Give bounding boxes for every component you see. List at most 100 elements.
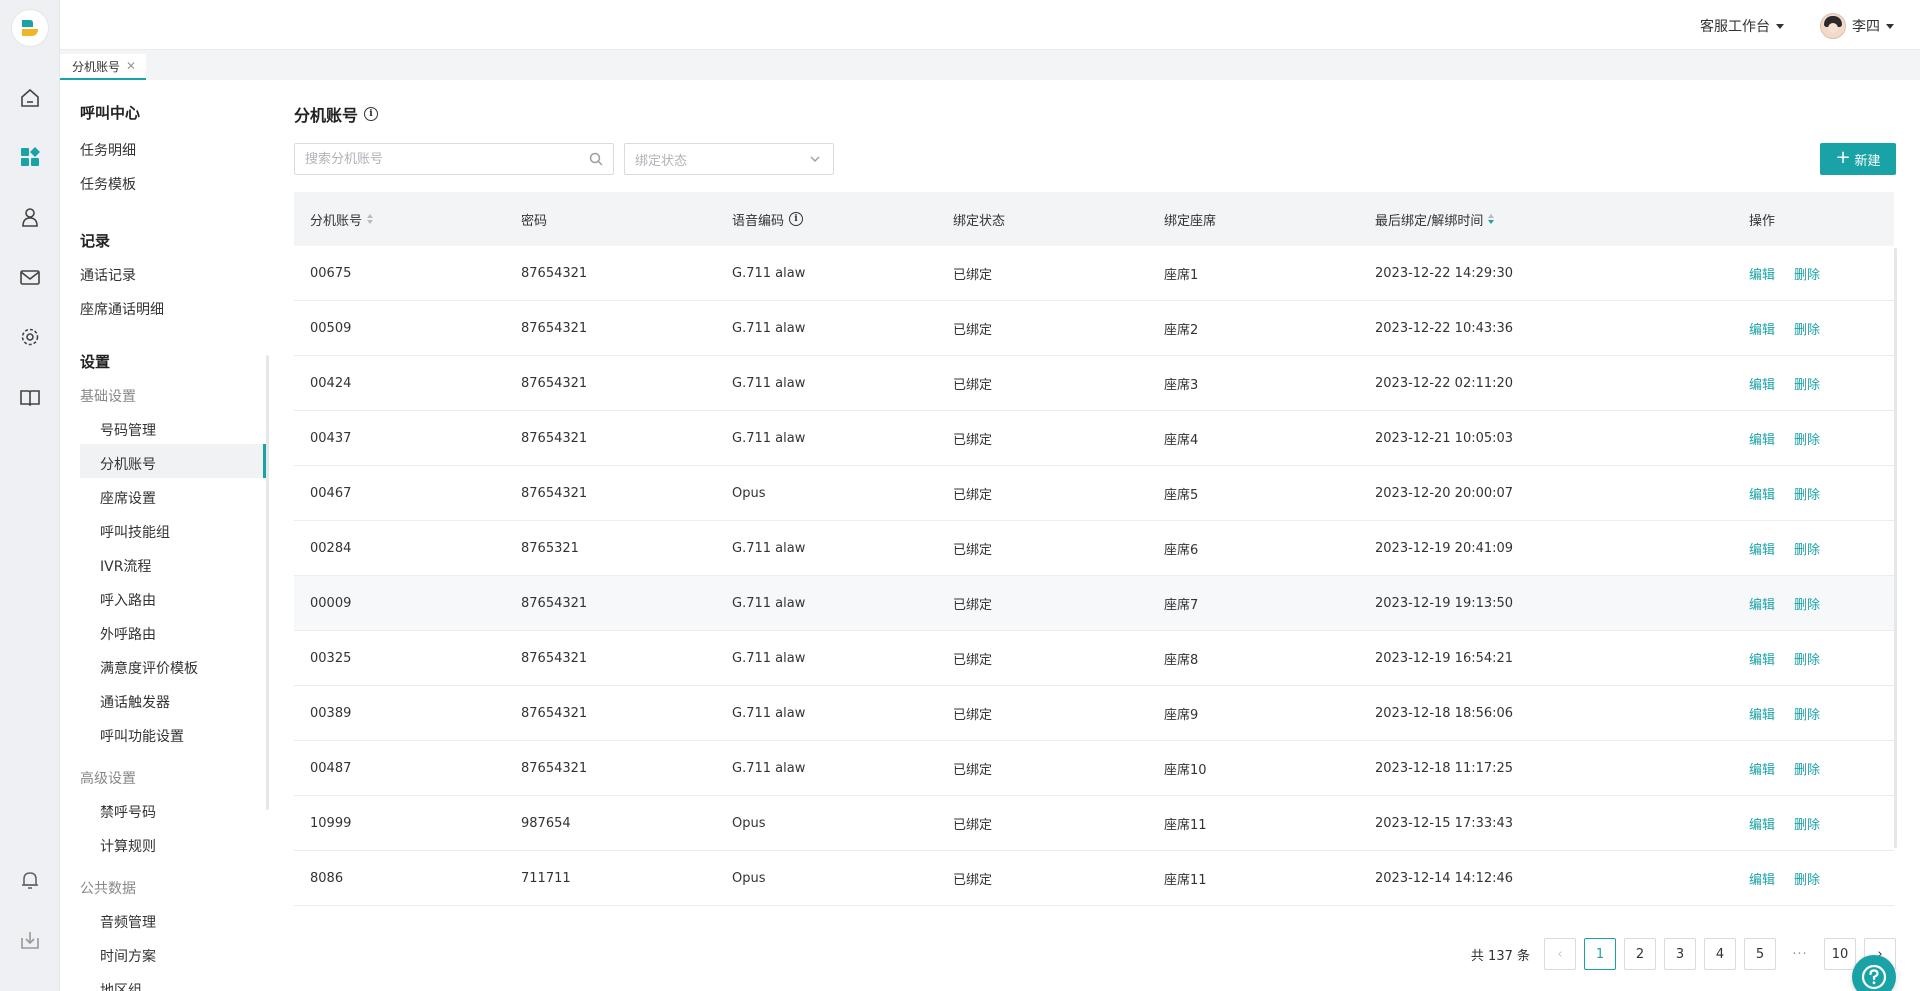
- nav-subtitle-basic[interactable]: 基础设置: [80, 386, 136, 406]
- nav-subtitle-public-data[interactable]: 公共数据: [80, 878, 136, 898]
- table-row[interactable]: 00325 87654321 G.711 alaw 已绑定 座席8 2023-12-19 …: [294, 631, 1894, 686]
- workspace-switcher[interactable]: 客服工作台: [1700, 16, 1784, 36]
- edit-link[interactable]: 编辑: [1749, 759, 1775, 778]
- dashboard-icon[interactable]: [18, 145, 42, 169]
- delete-link[interactable]: 删除: [1794, 319, 1820, 338]
- delete-link[interactable]: 删除: [1794, 429, 1820, 448]
- nav-item-call-trigger[interactable]: 通话触发器: [100, 692, 170, 712]
- pagination-ellipsis[interactable]: ···: [1784, 947, 1816, 962]
- prev-page-button[interactable]: ‹: [1544, 938, 1576, 970]
- edit-link[interactable]: 编辑: [1749, 704, 1775, 723]
- delete-link[interactable]: 删除: [1794, 814, 1820, 833]
- edit-link[interactable]: 编辑: [1749, 649, 1775, 668]
- table-row[interactable]: 00284 8765321 G.711 alaw 已绑定 座席6 2023-12-19 2…: [294, 521, 1894, 576]
- nav-item-time-plan[interactable]: 时间方案: [100, 946, 156, 966]
- delete-link[interactable]: 删除: [1794, 264, 1820, 283]
- table-cell: G.711 alaw: [716, 431, 937, 446]
- bell-icon[interactable]: [18, 868, 42, 892]
- edit-link[interactable]: 编辑: [1749, 484, 1775, 503]
- nav-item-skill-group[interactable]: 呼叫技能组: [100, 522, 170, 542]
- cell-text: G.711 alaw: [732, 320, 806, 336]
- table-row[interactable]: 10999 987654 Opus 已绑定 座席11 2023-12-15 17:33:4…: [294, 796, 1894, 851]
- bind-status-select[interactable]: 绑定状态: [624, 143, 834, 175]
- delete-link[interactable]: 删除: [1794, 484, 1820, 503]
- delete-link[interactable]: 删除: [1794, 374, 1820, 393]
- nav-subtitle-advanced[interactable]: 高级设置: [80, 768, 136, 788]
- edit-link[interactable]: 编辑: [1749, 814, 1775, 833]
- nav-item-task-detail[interactable]: 任务明细: [80, 140, 136, 160]
- delete-link[interactable]: 删除: [1794, 594, 1820, 613]
- nav-item-ivr-flow[interactable]: IVR流程: [100, 556, 151, 576]
- table-row[interactable]: 00467 87654321 Opus 已绑定 座席5 2023-12-20 20:00:…: [294, 466, 1894, 521]
- info-icon[interactable]: i: [364, 107, 379, 121]
- table-row[interactable]: 8086 711711 Opus 已绑定 座席11 2023-12-14 14:12:46…: [294, 851, 1894, 906]
- page-button[interactable]: 3: [1664, 938, 1696, 970]
- delete-link[interactable]: 删除: [1794, 869, 1820, 888]
- page-button[interactable]: 2: [1624, 938, 1656, 970]
- nav-item-audio-management[interactable]: 音频管理: [100, 912, 156, 932]
- info-icon[interactable]: i: [789, 212, 804, 226]
- home-icon[interactable]: [18, 86, 42, 110]
- table-scrollbar[interactable]: [1894, 248, 1897, 848]
- edit-link[interactable]: 编辑: [1749, 264, 1775, 283]
- edit-link[interactable]: 编辑: [1749, 374, 1775, 393]
- table-row[interactable]: 00509 87654321 G.711 alaw 已绑定 座席2 2023-12-22 …: [294, 301, 1894, 356]
- help-icon[interactable]: [1852, 955, 1896, 991]
- book-icon[interactable]: [18, 385, 42, 409]
- nav-item-outbound-route[interactable]: 外呼路由: [100, 624, 156, 644]
- nav-item-region-group[interactable]: 地区组: [100, 980, 142, 991]
- table-cell: G.711 alaw: [716, 651, 937, 666]
- nav-item-inbound-route[interactable]: 呼入路由: [100, 590, 156, 610]
- delete-link[interactable]: 删除: [1794, 649, 1820, 668]
- table-row[interactable]: 00424 87654321 G.711 alaw 已绑定 座席3 2023-12-22 …: [294, 356, 1894, 411]
- page-button[interactable]: 1: [1584, 938, 1616, 970]
- cell-text: G.711 alaw: [732, 430, 806, 446]
- page-button[interactable]: 4: [1704, 938, 1736, 970]
- edit-link[interactable]: 编辑: [1749, 869, 1775, 888]
- sort-icon[interactable]: [1488, 214, 1495, 224]
- table-row[interactable]: 00389 87654321 G.711 alaw 已绑定 座席9 2023-12-18 …: [294, 686, 1894, 741]
- contacts-icon[interactable]: [18, 205, 42, 229]
- download-icon[interactable]: [18, 928, 42, 952]
- nav-item-number-management[interactable]: 号码管理: [100, 420, 156, 440]
- nav-item-extension-account[interactable]: 分机账号: [100, 454, 156, 474]
- logo-icon[interactable]: [12, 10, 48, 46]
- search-input[interactable]: [295, 144, 575, 174]
- sort-icon[interactable]: [367, 214, 374, 224]
- nav-scrollbar[interactable]: [266, 355, 269, 810]
- edit-link[interactable]: 编辑: [1749, 429, 1775, 448]
- cell-text: 2023-12-22 02:11:20: [1375, 375, 1514, 391]
- edit-link[interactable]: 编辑: [1749, 319, 1775, 338]
- tab-extension-account[interactable]: 分机账号 ✕: [60, 54, 147, 80]
- page-button-last[interactable]: 10: [1824, 938, 1856, 970]
- close-icon[interactable]: ✕: [126, 59, 136, 73]
- nav-item-calc-rules[interactable]: 计算规则: [100, 836, 156, 856]
- table-row[interactable]: 00487 87654321 G.711 alaw 已绑定 座席10 2023-12-18…: [294, 741, 1894, 796]
- table-row[interactable]: 00675 87654321 G.711 alaw 已绑定 座席1 2023-12-22 …: [294, 246, 1894, 301]
- table-row[interactable]: 00009 87654321 G.711 alaw 已绑定 座席7 2023-12-19 …: [294, 576, 1894, 631]
- new-button[interactable]: + 新建: [1820, 143, 1896, 175]
- mail-icon[interactable]: [18, 265, 42, 289]
- search-icon[interactable]: [589, 152, 603, 170]
- page-button[interactable]: 5: [1744, 938, 1776, 970]
- edit-link[interactable]: 编辑: [1749, 539, 1775, 558]
- user-menu[interactable]: 李四: [1820, 13, 1894, 39]
- nav-item-task-template[interactable]: 任务模板: [80, 174, 136, 194]
- nav-item-call-records[interactable]: 通话记录: [80, 265, 136, 285]
- col-last-bind-time[interactable]: 最后绑定/解绑时间: [1359, 210, 1733, 229]
- delete-link[interactable]: 删除: [1794, 539, 1820, 558]
- nav-item-satisfaction-template[interactable]: 满意度评价模板: [100, 658, 198, 678]
- delete-link[interactable]: 删除: [1794, 759, 1820, 778]
- gear-icon[interactable]: [18, 325, 42, 349]
- nav-item-blocked-numbers[interactable]: 禁呼号码: [100, 802, 156, 822]
- table-cell: 2023-12-19 20:41:09: [1359, 541, 1733, 556]
- delete-link[interactable]: 删除: [1794, 704, 1820, 723]
- table-cell: 已绑定: [937, 374, 1148, 393]
- nav-item-agent-call-detail[interactable]: 座席通话明细: [80, 299, 164, 319]
- col-extension[interactable]: 分机账号: [294, 210, 505, 229]
- nav-item-agent-settings[interactable]: 座席设置: [100, 488, 156, 508]
- edit-link[interactable]: 编辑: [1749, 594, 1775, 613]
- cell-text: 2023-12-21 10:05:03: [1375, 430, 1514, 446]
- nav-item-call-feature-settings[interactable]: 呼叫功能设置: [100, 726, 184, 746]
- table-row[interactable]: 00437 87654321 G.711 alaw 已绑定 座席4 2023-12-21 …: [294, 411, 1894, 466]
